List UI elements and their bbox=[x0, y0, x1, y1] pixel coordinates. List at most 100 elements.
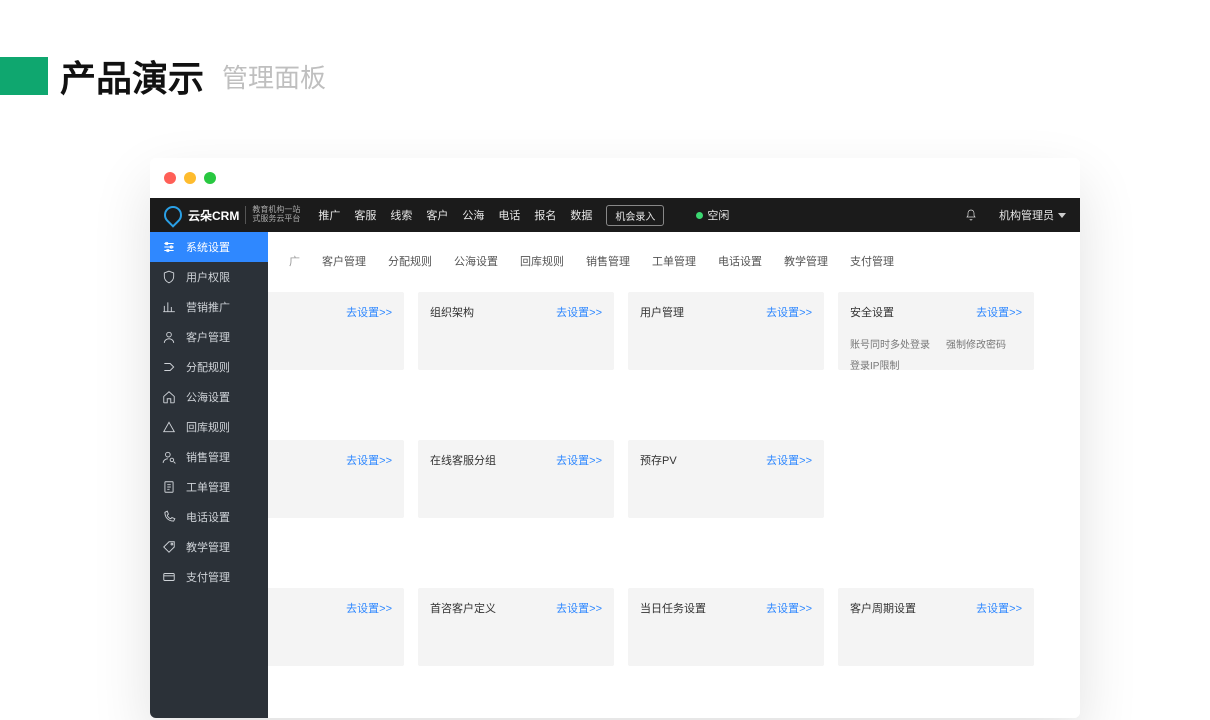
sidebar-item-system[interactable]: 系统设置 bbox=[150, 232, 268, 262]
card-title: 预存PV bbox=[640, 455, 677, 467]
tab-payment[interactable]: 支付管理 bbox=[839, 246, 905, 276]
nav-item-data[interactable]: 数据 bbox=[570, 207, 592, 223]
settings-card: 去设置>> bbox=[268, 292, 404, 370]
record-button[interactable]: 机会录入 bbox=[606, 205, 664, 226]
sidebar-item-label: 营销推广 bbox=[186, 299, 230, 315]
tab-allocation[interactable]: 分配规则 bbox=[377, 246, 443, 276]
sidebar-item-allocation[interactable]: 分配规则 bbox=[150, 352, 268, 382]
top-nav: 云朵CRM 教育机构一站 式服务云平台 推广 客服 线索 客户 公海 电话 报名… bbox=[150, 198, 1080, 232]
user-label: 机构管理员 bbox=[999, 207, 1054, 223]
tab-phone[interactable]: 电话设置 bbox=[707, 246, 773, 276]
sidebar-item-label: 教学管理 bbox=[186, 539, 230, 555]
nav-item-promo[interactable]: 推广 bbox=[318, 207, 340, 223]
status-label: 空闲 bbox=[707, 207, 729, 223]
go-settings-link[interactable]: 去设置>> bbox=[976, 304, 1022, 320]
logo-tagline: 教育机构一站 式服务云平台 bbox=[245, 206, 300, 224]
go-settings-link[interactable]: 去设置>> bbox=[346, 452, 392, 468]
sidebar-item-return[interactable]: 回库规则 bbox=[150, 412, 268, 442]
sidebar-item-label: 分配规则 bbox=[186, 359, 230, 375]
slide-title: 产品演示 bbox=[60, 50, 204, 102]
settings-card-security: 安全设置 去设置>> 账号同时多处登录 强制修改密码 登录IP限制 bbox=[838, 292, 1034, 370]
home-icon bbox=[162, 390, 176, 404]
sidebar-item-phone[interactable]: 电话设置 bbox=[150, 502, 268, 532]
sidebar-item-label: 回库规则 bbox=[186, 419, 230, 435]
settings-card: 去设置>> bbox=[268, 440, 404, 518]
settings-card-first-consult: 首咨客户定义 去设置>> bbox=[418, 588, 614, 666]
sidebar-item-payment[interactable]: 支付管理 bbox=[150, 562, 268, 592]
logo-mark-icon bbox=[160, 202, 185, 227]
maximize-dot[interactable] bbox=[204, 172, 216, 184]
slide-subtitle: 管理面板 bbox=[222, 58, 326, 95]
window-controls bbox=[150, 158, 1080, 198]
tab-tickets[interactable]: 工单管理 bbox=[641, 246, 707, 276]
tab-customers[interactable]: 客户管理 bbox=[311, 246, 377, 276]
sidebar-item-permissions[interactable]: 用户权限 bbox=[150, 262, 268, 292]
sidebar-item-tickets[interactable]: 工单管理 bbox=[150, 472, 268, 502]
settings-card-daily-task: 当日任务设置 去设置>> bbox=[628, 588, 824, 666]
chevron-down-icon bbox=[1058, 213, 1066, 218]
sidebar-item-label: 用户权限 bbox=[186, 269, 230, 285]
go-settings-link[interactable]: 去设置>> bbox=[976, 600, 1022, 616]
search-user-icon bbox=[162, 450, 176, 464]
settings-card-cycle: 客户周期设置 去设置>> bbox=[838, 588, 1034, 666]
nav-item-pool[interactable]: 公海 bbox=[462, 207, 484, 223]
go-settings-link[interactable]: 去设置>> bbox=[766, 452, 812, 468]
close-dot[interactable] bbox=[164, 172, 176, 184]
user-menu[interactable]: 机构管理员 bbox=[999, 207, 1066, 223]
card-sub: 强制修改密码 bbox=[946, 336, 1006, 351]
nav-item-leads[interactable]: 线索 bbox=[390, 207, 412, 223]
nav-item-customers[interactable]: 客户 bbox=[426, 207, 448, 223]
user-icon bbox=[162, 330, 176, 344]
nav-item-phone[interactable]: 电话 bbox=[498, 207, 520, 223]
card-title: 组织架构 bbox=[430, 307, 474, 319]
card-title: 用户管理 bbox=[640, 307, 684, 319]
settings-card-cs-group: 在线客服分组 去设置>> bbox=[418, 440, 614, 518]
content-tabs: 广 客户管理 分配规则 公海设置 回库规则 销售管理 工单管理 电话设置 教学管… bbox=[268, 232, 1080, 276]
sidebar-item-marketing[interactable]: 营销推广 bbox=[150, 292, 268, 322]
nav-item-signup[interactable]: 报名 bbox=[534, 207, 556, 223]
status-dot-icon bbox=[696, 212, 703, 219]
go-settings-link[interactable]: 去设置>> bbox=[346, 304, 392, 320]
phone-icon bbox=[162, 510, 176, 524]
go-settings-link[interactable]: 去设置>> bbox=[346, 600, 392, 616]
go-settings-link[interactable]: 去设置>> bbox=[556, 600, 602, 616]
minimize-dot[interactable] bbox=[184, 172, 196, 184]
sliders-icon bbox=[162, 240, 176, 254]
card-title: 客户周期设置 bbox=[850, 603, 916, 615]
go-settings-link[interactable]: 去设置>> bbox=[556, 452, 602, 468]
flow-icon bbox=[162, 360, 176, 374]
go-settings-link[interactable]: 去设置>> bbox=[766, 600, 812, 616]
go-settings-link[interactable]: 去设置>> bbox=[556, 304, 602, 320]
sidebar-item-label: 公海设置 bbox=[186, 389, 230, 405]
tag-icon bbox=[162, 540, 176, 554]
logo[interactable]: 云朵CRM 教育机构一站 式服务云平台 bbox=[164, 206, 300, 224]
status-indicator[interactable]: 空闲 bbox=[696, 207, 729, 223]
sidebar-item-label: 电话设置 bbox=[186, 509, 230, 525]
tab-sales[interactable]: 销售管理 bbox=[575, 246, 641, 276]
tab-teaching[interactable]: 教学管理 bbox=[773, 246, 839, 276]
settings-card-org: 组织架构 去设置>> bbox=[418, 292, 614, 370]
logo-text: 云朵CRM bbox=[188, 207, 239, 224]
sidebar-item-pool[interactable]: 公海设置 bbox=[150, 382, 268, 412]
sidebar-item-label: 支付管理 bbox=[186, 569, 230, 585]
sidebar-item-sales[interactable]: 销售管理 bbox=[150, 442, 268, 472]
sidebar-item-customers[interactable]: 客户管理 bbox=[150, 322, 268, 352]
settings-card-pv: 预存PV 去设置>> bbox=[628, 440, 824, 518]
chart-icon bbox=[162, 300, 176, 314]
content-area: 广 客户管理 分配规则 公海设置 回库规则 销售管理 工单管理 电话设置 教学管… bbox=[268, 232, 1080, 718]
bell-icon[interactable] bbox=[965, 209, 977, 221]
tab-partial[interactable]: 广 bbox=[278, 246, 311, 276]
card-title: 首咨客户定义 bbox=[430, 603, 496, 615]
card-sub: 账号同时多处登录 bbox=[850, 336, 930, 351]
cards-container: 去设置>> 组织架构 去设置>> 用户管理 去设置>> 安全设置 去设置>> bbox=[268, 292, 1070, 718]
tab-pool[interactable]: 公海设置 bbox=[443, 246, 509, 276]
tab-return[interactable]: 回库规则 bbox=[509, 246, 575, 276]
shield-icon bbox=[162, 270, 176, 284]
card-title: 在线客服分组 bbox=[430, 455, 496, 467]
go-settings-link[interactable]: 去设置>> bbox=[766, 304, 812, 320]
nav-items: 推广 客服 线索 客户 公海 电话 报名 数据 bbox=[318, 207, 592, 223]
nav-item-service[interactable]: 客服 bbox=[354, 207, 376, 223]
sidebar-item-teaching[interactable]: 教学管理 bbox=[150, 532, 268, 562]
accent-block bbox=[0, 57, 48, 95]
sidebar-item-label: 客户管理 bbox=[186, 329, 230, 345]
